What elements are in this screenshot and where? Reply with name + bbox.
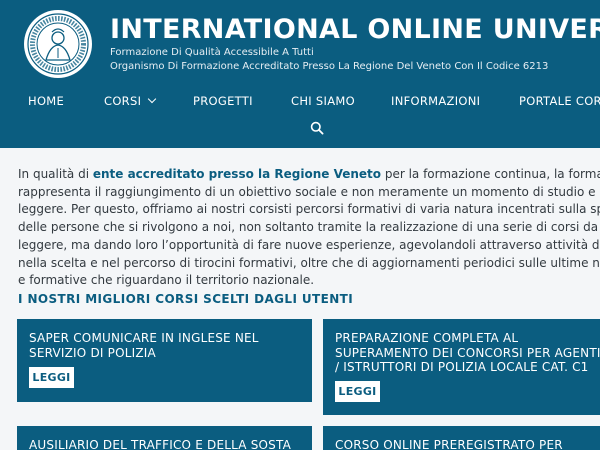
- course-card-title[interactable]: PREPARAZIONE COMPLETA AL SUPERAMENTO DEI…: [335, 331, 600, 375]
- nav-item-home[interactable]: HOME: [28, 94, 64, 108]
- nav-item-progetti[interactable]: PROGETTI: [193, 94, 253, 108]
- intro-paragraph: In qualità di ente accreditato presso la…: [18, 166, 600, 290]
- intro-line: nella scelta e nel percorso di tirocini …: [18, 255, 600, 270]
- intro-line: delle persone che si rivolgono a noi, no…: [18, 220, 600, 235]
- course-card-title[interactable]: CORSO ONLINE PREREGISTRATO PER: [335, 438, 600, 450]
- university-seal-logo[interactable]: [24, 10, 92, 78]
- search-icon[interactable]: [310, 120, 324, 135]
- site-title[interactable]: INTERNATIONAL ONLINE UNIVERSI: [110, 14, 600, 45]
- intro-text: per la formazione continua, la formazion…: [384, 167, 600, 181]
- course-card-title[interactable]: AUSILIARIO DEL TRAFFICO E DELLA SOSTA: [29, 438, 302, 450]
- accreditation-link[interactable]: ente accreditato presso la Regione Venet…: [93, 167, 381, 181]
- nav-item-chi-siamo[interactable]: CHI SIAMO: [291, 94, 355, 108]
- course-card[interactable]: SAPER COMUNICARE IN INGLESE NEL SERVIZIO…: [17, 319, 312, 402]
- course-card-title[interactable]: SAPER COMUNICARE IN INGLESE NEL SERVIZIO…: [29, 331, 302, 360]
- intro-line: leggere. Per questo, offriamo ai nostri …: [18, 202, 600, 217]
- intro-line: leggere, ma dando loro l’opportunità di …: [18, 237, 600, 252]
- course-card[interactable]: PREPARAZIONE COMPLETA AL SUPERAMENTO DEI…: [323, 319, 600, 415]
- nav-item-label: HOME: [28, 94, 65, 108]
- intro-line: rappresenta il raggiungimento di un obie…: [18, 184, 600, 199]
- nav-item-label: PORTALE CORS: [519, 94, 600, 108]
- site-tagline: Formazione Di Qualità Accessibile A Tutt…: [110, 47, 314, 58]
- read-more-button[interactable]: LEGGI: [335, 381, 380, 402]
- course-card[interactable]: AUSILIARIO DEL TRAFFICO E DELLA SOSTA: [17, 426, 312, 450]
- accreditation-tagline: Organismo Di Formazione Accreditato Pres…: [110, 61, 549, 72]
- nav-item-corsi[interactable]: CORSI: [104, 94, 157, 108]
- nav-item-label: CORSI: [104, 94, 142, 108]
- chevron-down-icon: [148, 94, 157, 104]
- main-navigation: HOME CORSI PROGETTI CHI SIAMO INFORMAZIO…: [0, 86, 600, 116]
- nav-item-informazioni[interactable]: INFORMAZIONI: [391, 94, 480, 108]
- intro-line: In qualità di ente accreditato presso la…: [18, 166, 600, 184]
- nav-item-label: PROGETTI: [193, 94, 253, 108]
- intro-text: In qualità di: [18, 167, 93, 181]
- site-header: INTERNATIONAL ONLINE UNIVERSI Formazione…: [0, 0, 600, 148]
- intro-line: e formative che riguardano il territorio…: [18, 273, 315, 288]
- section-title: I NOSTRI MIGLIORI CORSI SCELTI DAGLI UTE…: [18, 292, 354, 306]
- nav-item-label: CHI SIAMO: [291, 94, 355, 108]
- nav-item-portale-corsi[interactable]: PORTALE CORS: [519, 94, 600, 108]
- main-content: In qualità di ente accreditato presso la…: [0, 148, 600, 450]
- course-card[interactable]: CORSO ONLINE PREREGISTRATO PER: [323, 426, 600, 450]
- read-more-button[interactable]: LEGGI: [29, 367, 74, 388]
- nav-item-label: INFORMAZIONI: [391, 94, 481, 108]
